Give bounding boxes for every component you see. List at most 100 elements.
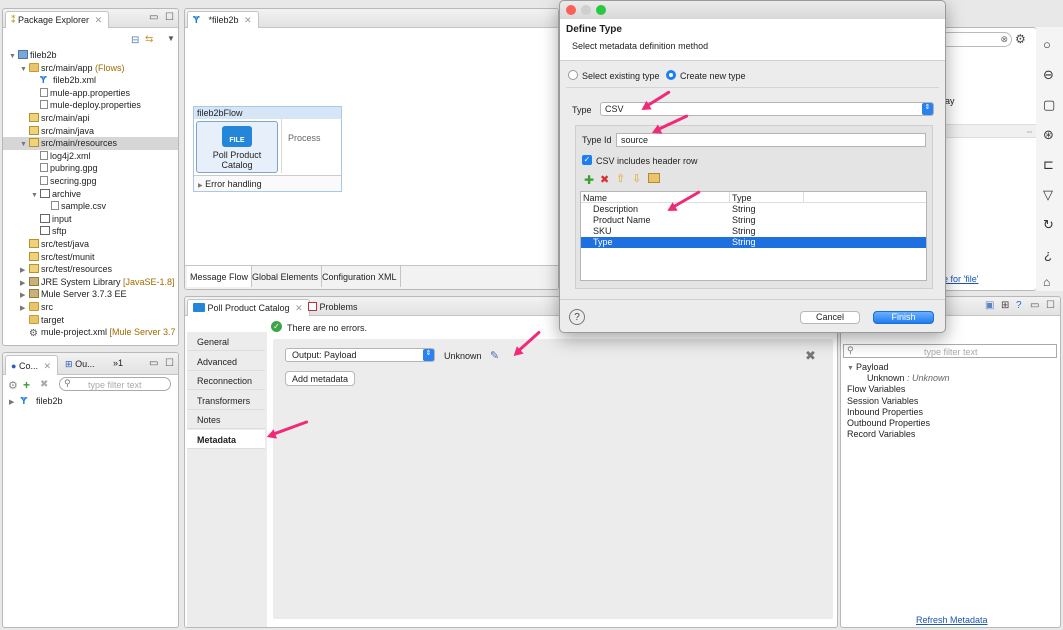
tree-item[interactable]: ▼ src/main/app (Flows) xyxy=(3,62,178,75)
editor-tab-message-flow[interactable]: Message Flow xyxy=(187,266,253,287)
tab-fileb2b[interactable]: Ɏ *fileb2b ✕ xyxy=(187,11,259,28)
link-editor-icon[interactable]: ⇆ xyxy=(145,34,153,45)
search-box-partial[interactable]: ⊗ xyxy=(940,32,1012,47)
tree-item[interactable]: ▶ Mule Server 3.7.3 EE xyxy=(3,288,178,301)
refresh-metadata-link[interactable]: Refresh Metadata xyxy=(916,615,988,625)
close-icon[interactable]: ✕ xyxy=(244,15,252,25)
doc-icon[interactable]: ▢ xyxy=(1043,97,1055,113)
section-notes[interactable]: Notes xyxy=(187,410,265,429)
expand-icon[interactable]: ▼ xyxy=(847,365,854,372)
metadata-tree-item[interactable]: Record Variables xyxy=(847,428,915,441)
cancel-button[interactable]: Cancel xyxy=(800,311,860,324)
help-icon[interactable]: ? xyxy=(1016,300,1022,311)
tree-item[interactable]: Ɏfileb2b.xml xyxy=(3,74,178,87)
tree-item[interactable]: sftp xyxy=(3,225,178,238)
file-component[interactable]: FILE Poll Product Catalog xyxy=(196,121,278,173)
expand-icon[interactable]: ▶ xyxy=(9,396,18,409)
tab-package-explorer[interactable]: ⁑ Package Explorer ✕ xyxy=(5,11,110,28)
add-metadata-button[interactable]: Add metadata xyxy=(285,371,355,386)
filter-icon[interactable]: ▽ xyxy=(1043,187,1053,203)
section-metadata[interactable]: Metadata xyxy=(187,429,265,449)
editor-tab-global-elements[interactable]: Global Elements xyxy=(249,266,323,287)
hint-icon[interactable]: ¿ xyxy=(1044,247,1052,262)
tab-components[interactable]: ● Co... ✕ xyxy=(5,355,59,375)
tree-item[interactable]: ▶ JRE System Library [JavaSE-1.8] xyxy=(3,276,178,289)
close-icon[interactable]: ✕ xyxy=(43,361,51,371)
tree-item[interactable]: ▼ archive xyxy=(3,188,178,201)
minimize-icon[interactable]: ▭ xyxy=(1030,300,1039,311)
tab-problems[interactable]: Problems xyxy=(308,302,358,312)
tree-item[interactable]: src/main/api xyxy=(3,112,178,125)
table-row[interactable]: Description String xyxy=(581,204,926,215)
tree-item[interactable]: mule-app.properties xyxy=(3,87,178,100)
add-icon[interactable]: + xyxy=(23,378,30,392)
editor-tab-configuration-xml[interactable]: Configuration XML xyxy=(319,266,401,287)
search-icon[interactable]: ○ xyxy=(1043,37,1051,52)
tree-item[interactable]: ▶ src xyxy=(3,301,178,314)
table-row[interactable]: SKU String xyxy=(581,226,926,237)
tab-poll-product-catalog[interactable]: Poll Product Catalog ✕ xyxy=(187,299,310,316)
table-row[interactable]: Type String xyxy=(581,237,926,248)
radio-new[interactable] xyxy=(666,70,676,80)
output-select[interactable]: Output: Payload ⇕ xyxy=(285,348,435,362)
home-icon[interactable]: ⌂ xyxy=(1043,275,1050,289)
move-down-icon[interactable]: ⇩ xyxy=(632,172,641,185)
broadcast-icon[interactable]: ⊛ xyxy=(1043,127,1054,143)
close-window-icon[interactable] xyxy=(566,5,576,15)
minimize-icon[interactable]: ▭ xyxy=(149,358,158,369)
tree-item[interactable]: ▼ fileb2b xyxy=(3,49,178,62)
metadata-filter[interactable]: ⚲ type filter text xyxy=(843,344,1057,358)
tree-item[interactable]: mule-deploy.properties xyxy=(3,99,178,112)
tree-item[interactable]: ⚙ mule-project.xml [Mule Server 3.7 xyxy=(3,326,178,339)
transform-icon[interactable]: ↻ xyxy=(1043,217,1054,233)
edit-icon[interactable]: ✎ xyxy=(490,349,499,362)
tree-item[interactable]: secring.gpg xyxy=(3,175,178,188)
settings-icon[interactable]: ⚙ xyxy=(8,379,18,392)
error-handling-row[interactable]: ▶ Error handling xyxy=(194,175,341,191)
tree-item[interactable]: target xyxy=(3,314,178,327)
close-icon[interactable]: ✕ xyxy=(295,303,303,313)
remove-icon[interactable]: ✖ xyxy=(40,379,48,390)
tree-item[interactable]: src/test/java xyxy=(3,238,178,251)
minimize-window-icon[interactable] xyxy=(581,5,591,15)
maximize-icon[interactable]: ☐ xyxy=(1046,300,1055,311)
tab-overflow[interactable]: »1 xyxy=(113,358,123,368)
flow-icon[interactable]: ⊏ xyxy=(1043,157,1054,173)
section-transformers[interactable]: Transformers xyxy=(187,390,265,410)
tree-item[interactable]: sample.csv xyxy=(3,200,178,213)
radio-existing[interactable] xyxy=(568,70,578,80)
tree-item[interactable]: ▶ src/test/resources xyxy=(3,263,178,276)
section-advanced[interactable]: Advanced xyxy=(187,351,265,371)
outline-filter[interactable]: ⚲ type filter text xyxy=(59,377,171,391)
maximize-icon[interactable]: ☐ xyxy=(165,358,174,369)
http-icon[interactable]: ⊖ xyxy=(1043,67,1054,83)
settings-icon[interactable]: ⚙ xyxy=(1015,32,1026,46)
tree-icon[interactable]: ⊞ xyxy=(1001,300,1009,311)
collapse-all-icon[interactable]: ⊟ xyxy=(131,35,139,46)
type-id-input[interactable]: source xyxy=(616,133,926,147)
tree-item[interactable]: ▼ src/main/resources xyxy=(3,137,178,151)
minimize-icon[interactable]: ▭ xyxy=(149,12,158,23)
tree-item[interactable]: input xyxy=(3,213,178,226)
move-up-icon[interactable]: ⇧ xyxy=(616,172,625,185)
clear-icon[interactable]: ⊗ xyxy=(1000,34,1008,45)
tree-item[interactable]: pubring.gpg xyxy=(3,162,178,175)
tab-outline[interactable]: ⊞ Ou... xyxy=(65,359,95,370)
finish-button[interactable]: Finish xyxy=(873,311,934,324)
section-reconnection[interactable]: Reconnection xyxy=(187,371,265,390)
remove-metadata-icon[interactable]: ✖ xyxy=(805,348,816,364)
maximize-icon[interactable]: ☐ xyxy=(165,12,174,23)
add-row-icon[interactable]: ✚ xyxy=(584,173,594,187)
outline-tree-item[interactable]: ▶ Ɏ fileb2b xyxy=(9,395,63,408)
view-menu-icon[interactable]: ▼ xyxy=(167,34,175,43)
flow-container[interactable]: fileb2bFlow FILE Poll Product Catalog Pr… xyxy=(193,106,342,192)
section-general[interactable]: General xyxy=(187,332,265,351)
close-icon[interactable]: ✕ xyxy=(95,15,103,25)
help-icon[interactable]: ? xyxy=(569,309,585,325)
partial-link[interactable]: e for 'file' xyxy=(943,274,978,284)
tree-item[interactable]: log4j2.xml xyxy=(3,150,178,163)
table-row[interactable]: Product Name String xyxy=(581,215,926,226)
save-icon[interactable]: ▣ xyxy=(985,300,994,311)
header-row-checkbox[interactable]: ✓ xyxy=(582,155,592,165)
delete-row-icon[interactable]: ✖ xyxy=(600,173,609,186)
